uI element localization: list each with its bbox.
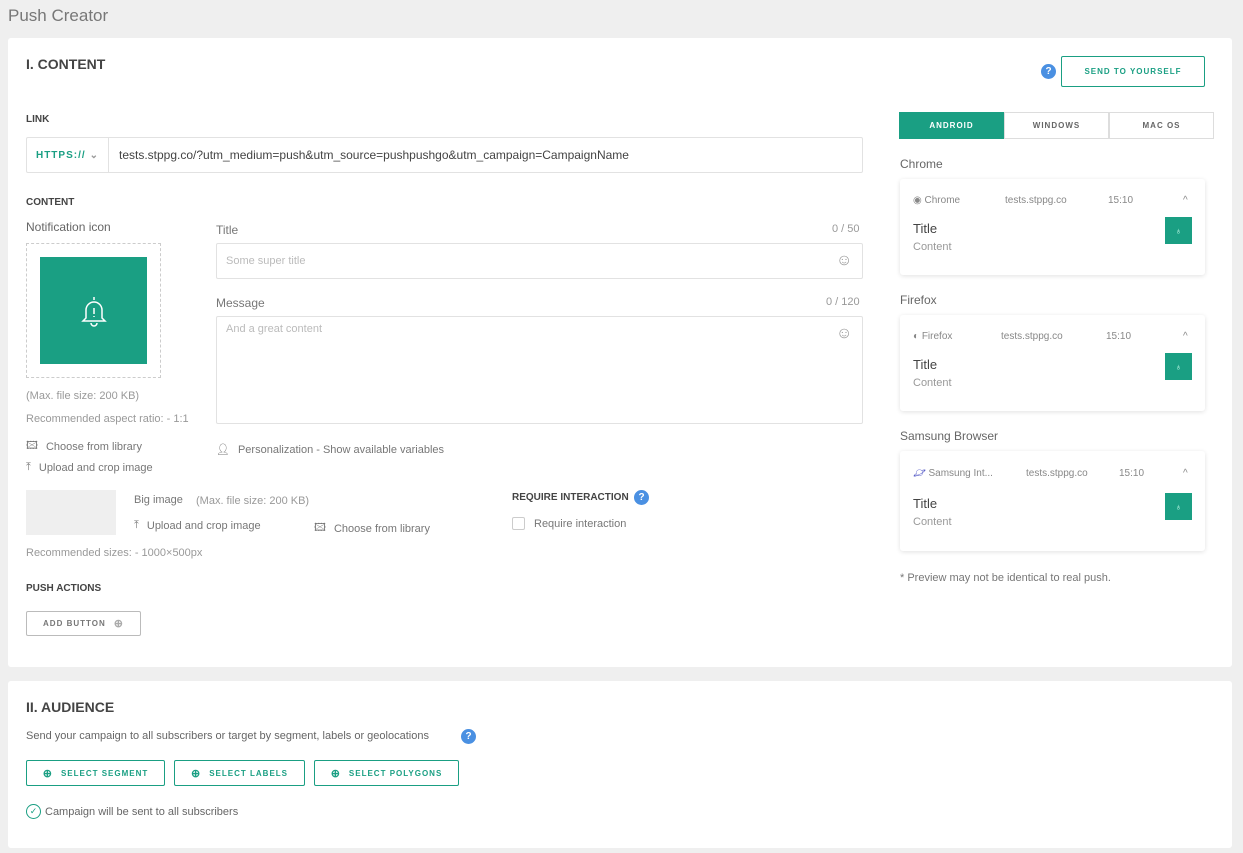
bell-icon: [40, 257, 147, 364]
tab-android[interactable]: ANDROID: [899, 112, 1004, 139]
title-placeholder: Some super title: [226, 255, 306, 267]
title-label: Title: [216, 223, 239, 237]
link-label: LINK: [26, 114, 50, 125]
push-actions-heading: PUSH ACTIONS: [26, 583, 102, 594]
protocol-value: HTTPS://: [35, 149, 86, 161]
preview-domain: tests.stppg.co: [1026, 468, 1088, 479]
select-labels-button[interactable]: ⊕ SELECT LABELS: [174, 760, 305, 786]
help-icon[interactable]: ?: [461, 729, 476, 744]
select-polygons-label: SELECT POLYGONS: [348, 768, 443, 778]
chevron-up-icon[interactable]: ^: [1183, 468, 1188, 479]
message-counter: 0 / 120: [826, 296, 860, 308]
big-library-label: Choose from library: [333, 522, 430, 535]
preview-image: ♁: [1165, 353, 1192, 380]
chevron-up-icon[interactable]: ^: [1183, 331, 1188, 342]
add-button-label: ADD BUTTON: [43, 619, 106, 628]
image-icon: 🖾: [26, 440, 38, 452]
firefox-preview: ◐ Firefox tests.stppg.co 15:10 ^ Title C…: [900, 315, 1205, 411]
preview-domain: tests.stppg.co: [1005, 195, 1067, 206]
user-icon: 👤︎: [216, 444, 230, 456]
recommended-sizes: Recommended sizes: - 1000×500px: [26, 547, 203, 559]
upload-crop-link[interactable]: ⤒ Upload and crop image: [26, 461, 153, 474]
plus-circle-icon: ⊕: [191, 767, 202, 780]
aspect-ratio: Recommended aspect ratio: - 1:1: [26, 413, 189, 425]
chrome-preview: ◉ Chrome tests.stppg.co 15:10 ^ Title Co…: [900, 179, 1205, 275]
message-placeholder: And a great content: [226, 323, 323, 335]
big-image-label: Big image: [134, 494, 183, 506]
preview-title: Title: [913, 357, 938, 372]
preview-section-chrome: Chrome: [900, 157, 943, 171]
samsung-preview: 🪐︎ Samsung Int... tests.stppg.co 15:10 ^…: [900, 451, 1205, 551]
big-image-placeholder: [26, 490, 116, 535]
preview-section-samsung: Samsung Browser: [900, 429, 999, 443]
preview-title: Title: [913, 496, 938, 511]
emoji-icon[interactable]: ☺: [836, 252, 852, 270]
audience-status: Campaign will be sent to all subscribers: [45, 806, 239, 818]
title-input[interactable]: [216, 243, 863, 279]
select-labels-label: SELECT LABELS: [209, 768, 288, 778]
page-title: Push Creator: [8, 6, 109, 25]
title-counter: 0 / 50: [832, 223, 860, 235]
select-segment-button[interactable]: ⊕ SELECT SEGMENT: [26, 760, 165, 786]
preview-image: ♁: [1165, 217, 1192, 244]
preview-domain: tests.stppg.co: [1001, 331, 1063, 342]
preview-time: 15:10: [1119, 468, 1145, 479]
upload-crop-label: Upload and crop image: [38, 461, 153, 474]
chrome-icon: ◉ Chrome: [913, 195, 961, 206]
protocol-select[interactable]: HTTPS://⌄: [27, 138, 109, 172]
image-icon: 🖾: [314, 522, 326, 534]
preview-content: Content: [913, 516, 952, 528]
check-circle-icon: ✓: [26, 804, 41, 819]
samsung-icon: 🪐︎ Samsung Int...: [913, 468, 993, 479]
personalization-label: Personalization - Show available variabl…: [237, 443, 445, 456]
choose-library-link[interactable]: 🖾 Choose from library: [26, 437, 142, 456]
url-input[interactable]: tests.stppg.co/?utm_medium=push&utm_sour…: [119, 148, 629, 162]
require-interaction-label: Require interaction: [534, 518, 627, 530]
max-file-size: (Max. file size: 200 KB): [26, 390, 140, 402]
chevron-down-icon: ⌄: [89, 149, 100, 161]
upload-icon: ⤒: [134, 519, 139, 531]
preview-section-firefox: Firefox: [900, 293, 937, 307]
preview-content: Content: [913, 241, 952, 253]
chevron-up-icon[interactable]: ^: [1183, 195, 1188, 206]
preview-image: ♁: [1165, 493, 1192, 520]
big-upload-label: Upload and crop image: [146, 519, 261, 532]
audience-heading: II. AUDIENCE: [26, 699, 115, 715]
plus-circle-icon: ⊕: [42, 767, 53, 780]
select-segment-label: SELECT SEGMENT: [60, 768, 149, 778]
help-icon[interactable]: ?: [634, 490, 649, 505]
plus-circle-icon: ⊕: [113, 618, 124, 630]
require-interaction-heading: REQUIRE INTERACTION: [512, 492, 629, 503]
big-library-link[interactable]: 🖾 Choose from library: [314, 519, 430, 538]
plus-circle-icon: ⊕: [330, 767, 341, 780]
big-image-max: (Max. file size: 200 KB): [196, 495, 310, 507]
emoji-icon[interactable]: ☺: [836, 325, 852, 343]
preview-content: Content: [913, 377, 952, 389]
firefox-icon: ◐ Firefox: [913, 331, 953, 342]
preview-title: Title: [913, 221, 938, 236]
preview-time: 15:10: [1108, 195, 1134, 206]
big-upload-link[interactable]: ⤒ Upload and crop image: [134, 519, 261, 532]
help-icon[interactable]: ?: [1041, 64, 1056, 79]
tab-windows[interactable]: WINDOWS: [1004, 112, 1109, 139]
audience-description: Send your campaign to all subscribers or…: [26, 730, 429, 742]
preview-note: * Preview may not be identical to real p…: [900, 572, 1111, 584]
message-label: Message: [216, 296, 265, 310]
tab-mac-os[interactable]: MAC OS: [1109, 112, 1214, 139]
send-to-yourself-button[interactable]: SEND TO YOURSELF: [1061, 56, 1205, 87]
add-button[interactable]: ADD BUTTON ⊕: [26, 611, 141, 636]
upload-icon: ⤒: [26, 461, 31, 473]
choose-library-label: Choose from library: [45, 440, 142, 453]
personalization-link[interactable]: 👤︎ Personalization - Show available varia…: [216, 443, 445, 457]
notification-icon-label: Notification icon: [26, 220, 111, 234]
preview-time: 15:10: [1106, 331, 1132, 342]
require-interaction-checkbox[interactable]: [512, 517, 525, 530]
content-label: CONTENT: [26, 197, 75, 208]
content-heading: I. CONTENT: [26, 56, 106, 72]
select-polygons-button[interactable]: ⊕ SELECT POLYGONS: [314, 760, 459, 786]
